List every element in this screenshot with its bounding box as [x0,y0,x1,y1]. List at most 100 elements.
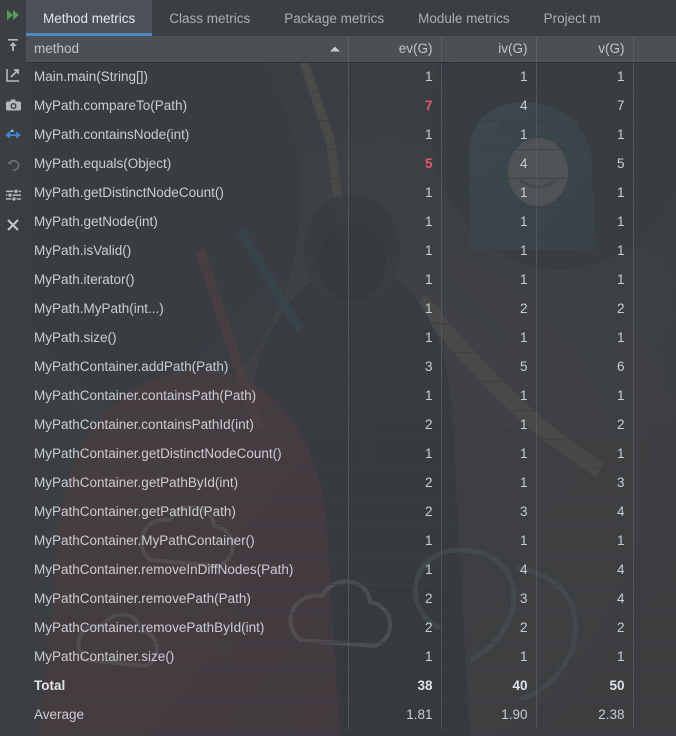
table-row[interactable]: MyPath.containsNode(int) 1 1 1 [26,120,676,150]
cell-iv: 4 [441,149,537,179]
sort-ascending-icon [329,46,340,52]
collapse-up-icon[interactable] [0,30,26,60]
cell-filler [633,613,676,643]
table-row[interactable]: MyPathContainer.MyPathContainer() 1 1 1 [26,526,676,556]
cell-iv: 3 [441,497,537,527]
cell-filler [633,323,676,353]
table-row[interactable]: MyPathContainer.removePath(Path) 2 3 4 [26,584,676,614]
cell-method: MyPath.compareTo(Path) [26,91,349,121]
metrics-table-container[interactable]: method ev(G) iv(G) v(G) Main.main(String… [26,36,676,736]
cell-ev: 2 [348,613,442,643]
tab-label: Method metrics [43,10,136,26]
table-row-average[interactable]: Average 1.81 1.90 2.38 [26,700,676,730]
tab-project-metrics[interactable]: Project m [527,0,618,36]
column-header-ev[interactable]: ev(G) [348,36,442,63]
cell-v: 1 [536,207,634,237]
table-row[interactable]: MyPathContainer.getPathId(Path) 2 3 4 [26,497,676,527]
cell-iv: 1 [441,410,537,440]
cell-v: 2.38 [536,700,634,730]
cell-summary-label: Average [26,700,349,730]
tab-label: Project m [543,10,601,26]
tab-label: Module metrics [418,10,510,26]
cell-v: 5 [536,149,634,179]
cell-ev: 7 [348,91,442,121]
table-row[interactable]: Main.main(String[]) 1 1 1 [26,62,676,92]
table-row[interactable]: MyPath.isValid() 1 1 1 [26,236,676,266]
cell-filler [633,236,676,266]
cell-iv: 1 [441,468,537,498]
cell-filler [633,120,676,150]
cell-filler [633,526,676,556]
cell-iv: 1 [441,207,537,237]
cell-method: MyPathContainer.MyPathContainer() [26,526,349,556]
table-row[interactable]: MyPathContainer.containsPath(Path) 1 1 1 [26,381,676,411]
cell-method: MyPathContainer.getPathId(Path) [26,497,349,527]
cell-filler [633,149,676,179]
cell-ev: 1 [348,178,442,208]
metrics-tool-window: Method metrics Class metrics Package met… [0,0,676,736]
cell-v: 2 [536,410,634,440]
cell-v: 4 [536,555,634,585]
cell-v: 2 [536,613,634,643]
tab-module-metrics[interactable]: Module metrics [401,0,527,36]
table-row[interactable]: MyPath.equals(Object) 5 4 5 [26,149,676,179]
cell-method: MyPath.MyPath(int...) [26,294,349,324]
cell-ev: 1 [348,62,442,92]
table-row[interactable]: MyPath.getDistinctNodeCount() 1 1 1 [26,178,676,208]
cell-v: 1 [536,381,634,411]
table-row[interactable]: MyPath.iterator() 1 1 1 [26,265,676,295]
table-row[interactable]: MyPath.MyPath(int...) 1 2 2 [26,294,676,324]
cell-iv: 1.90 [441,700,537,730]
table-row-total[interactable]: Total 38 40 50 [26,671,676,701]
cell-method: MyPath.containsNode(int) [26,120,349,150]
cell-ev: 3 [348,352,442,382]
cell-iv: 1 [441,439,537,469]
tab-package-metrics[interactable]: Package metrics [267,0,401,36]
cell-ev: 1 [348,120,442,150]
table-row[interactable]: MyPathContainer.getDistinctNodeCount() 1 1… [26,439,676,469]
cell-method: MyPath.getNode(int) [26,207,349,237]
tab-method-metrics[interactable]: Method metrics [26,0,153,36]
tab-class-metrics[interactable]: Class metrics [152,0,267,36]
table-row[interactable]: MyPath.compareTo(Path) 7 4 7 [26,91,676,121]
high-complexity-value: 5 [424,156,433,171]
cell-method: MyPathContainer.removePath(Path) [26,584,349,614]
column-header-iv[interactable]: iv(G) [441,36,537,63]
cell-v: 1 [536,439,634,469]
table-header: method ev(G) iv(G) v(G) [26,36,676,63]
cell-v: 6 [536,352,634,382]
cell-filler [633,265,676,295]
table-row[interactable]: MyPathContainer.getPathById(int) 2 1 3 [26,468,676,498]
diff-arrows-icon[interactable] [0,120,26,150]
cell-ev: 1 [348,323,442,353]
export-icon[interactable] [0,60,26,90]
table-row[interactable]: MyPath.getNode(int) 1 1 1 [26,207,676,237]
cell-iv: 4 [441,91,537,121]
settings-sliders-icon[interactable] [0,180,26,210]
cell-filler [633,352,676,382]
cell-ev: 2 [348,468,442,498]
cell-iv: 5 [441,352,537,382]
column-header-v[interactable]: v(G) [536,36,634,63]
column-header-method[interactable]: method [26,36,349,63]
cell-iv: 1 [441,265,537,295]
table-row[interactable]: MyPath.size() 1 1 1 [26,323,676,353]
column-header-filler [633,36,676,63]
high-complexity-value: 7 [424,98,433,113]
cell-ev: 38 [348,671,442,701]
fast-forward-icon[interactable] [0,0,26,30]
cell-method: MyPathContainer.getDistinctNodeCount() [26,439,349,469]
camera-icon[interactable] [0,90,26,120]
close-icon[interactable] [0,210,26,240]
cell-filler [633,497,676,527]
undo-icon[interactable] [0,150,26,180]
cell-method: MyPathContainer.getPathById(int) [26,468,349,498]
table-row[interactable]: MyPathContainer.addPath(Path) 3 5 6 [26,352,676,382]
cell-iv: 1 [441,323,537,353]
table-row[interactable]: MyPathContainer.size() 1 1 1 [26,642,676,672]
table-row[interactable]: MyPathContainer.removePathById(int) 2 2 2 [26,613,676,643]
table-row[interactable]: MyPathContainer.containsPathId(int) 2 1 2 [26,410,676,440]
cell-ev: 1 [348,439,442,469]
table-row[interactable]: MyPathContainer.removeInDiffNodes(Path) 1… [26,555,676,585]
cell-v: 3 [536,468,634,498]
